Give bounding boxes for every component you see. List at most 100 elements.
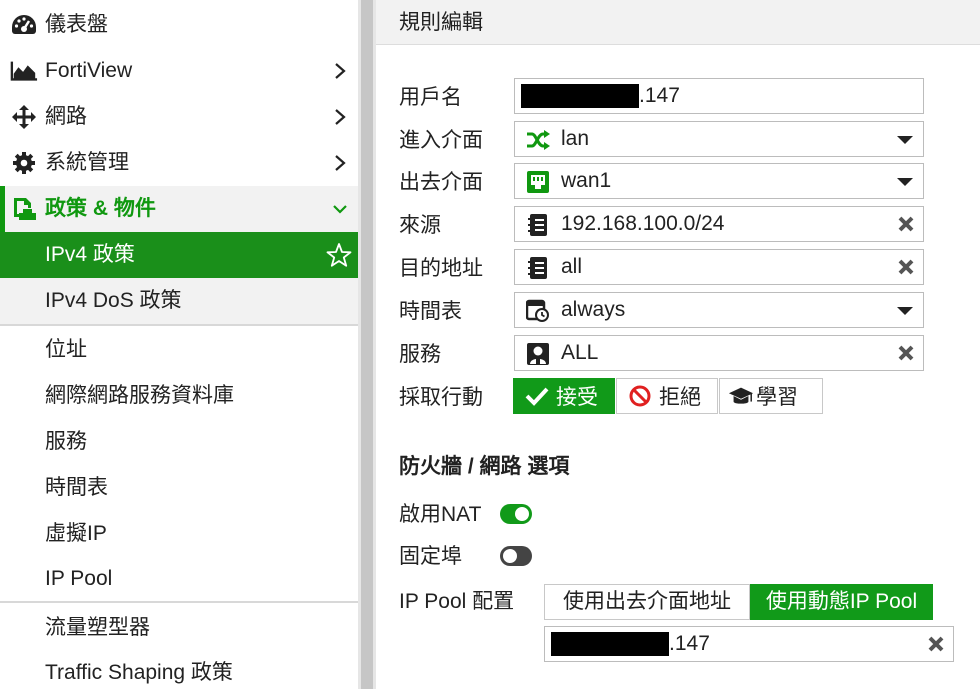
sidebar-item-label: 儀表盤: [45, 13, 108, 36]
ban-icon: [627, 384, 653, 408]
sidebar-item-label: Traffic Shaping 政策: [45, 661, 233, 684]
remove-icon[interactable]: [897, 344, 915, 362]
fixed-port-toggle[interactable]: [500, 546, 532, 566]
deny-button[interactable]: 拒絕: [616, 378, 718, 414]
sidebar-item-services[interactable]: 服務: [0, 419, 358, 465]
sidebar-item-ipv4-policy[interactable]: IPv4 政策: [0, 232, 358, 278]
action-label: 採取行動: [399, 386, 483, 409]
sidebar-item-addresses[interactable]: 位址: [0, 327, 358, 373]
sidebar-item-traffic-shaping-policy[interactable]: Traffic Shaping 政策: [0, 650, 358, 696]
star-icon[interactable]: [326, 242, 352, 268]
service-input[interactable]: ALL: [514, 335, 924, 371]
incoming-interface-select[interactable]: lan: [514, 121, 924, 157]
sidebar-item-label: 位址: [45, 338, 87, 361]
sidebar-item-policy-objects[interactable]: 政策 & 物件: [0, 186, 358, 232]
sidebar-item-fortiview[interactable]: FortiView: [0, 48, 358, 94]
remove-icon[interactable]: [897, 215, 915, 233]
sidebar-item-label: 服務: [45, 430, 87, 453]
sidebar-scrollbar[interactable]: [358, 0, 376, 689]
remove-icon[interactable]: [927, 635, 945, 653]
scrollbar-thumb[interactable]: [361, 0, 373, 689]
source-input[interactable]: 192.168.100.0/24: [514, 206, 924, 242]
name-input[interactable]: .147: [514, 78, 924, 114]
sidebar-item-label: IPv4 DoS 政策: [45, 289, 182, 312]
page-title: 規則編輯: [399, 11, 483, 34]
policy-stamp-icon: [10, 197, 38, 221]
sidebar-item-ipv4-dos-policy[interactable]: IPv4 DoS 政策: [0, 278, 358, 324]
redacted-block: [551, 632, 669, 656]
toggle-knob: [503, 549, 517, 563]
chevron-right-icon: [335, 63, 346, 79]
service-label: 服務: [399, 343, 441, 366]
move-arrows-icon: [10, 105, 38, 129]
chevron-right-icon: [335, 155, 346, 171]
ip-pool-config-label: IP Pool 配置: [399, 590, 515, 613]
schedule-label: 時間表: [399, 300, 462, 323]
gear-icon: [10, 151, 38, 175]
sidebar-item-traffic-shapers[interactable]: 流量塑型器: [0, 605, 358, 651]
destination-value: all: [561, 255, 583, 278]
outgoing-interface-value: wan1: [561, 169, 612, 192]
area-chart-icon: [10, 59, 38, 83]
chevron-down-icon: [897, 136, 913, 144]
chevron-down-icon: [333, 205, 347, 214]
panel-header: 規則編輯: [376, 0, 980, 45]
name-label: 用戶名: [399, 86, 462, 109]
learn-button[interactable]: 學習: [719, 378, 823, 414]
sidebar-item-label: 網路: [45, 105, 87, 128]
sidebar-item-network[interactable]: 網路: [0, 94, 358, 140]
chevron-down-icon: [897, 307, 913, 315]
firewall-options-heading: 防火牆 / 網路 選項: [399, 455, 570, 478]
use-dynamic-ip-pool-button[interactable]: 使用動態IP Pool: [750, 584, 933, 620]
incoming-interface-label: 進入介面: [399, 129, 483, 152]
address-book-icon: [525, 255, 551, 281]
schedule-select[interactable]: always: [514, 292, 924, 328]
schedule-icon: [525, 298, 551, 324]
schedule-value: always: [561, 298, 626, 321]
chevron-right-icon: [335, 109, 346, 125]
incoming-interface-value: lan: [561, 127, 590, 150]
accept-label: 接受: [556, 386, 598, 409]
fixed-port-label: 固定埠: [399, 545, 462, 568]
shuffle-icon: [525, 127, 551, 153]
dashboard-icon: [10, 13, 38, 37]
sidebar-item-label: IP Pool: [45, 567, 113, 590]
policy-edit-panel: 規則編輯 用戶名 .147 進入介面 lan 出去介面 wan1 來源 192.…: [376, 0, 980, 689]
sidebar: 儀表盤 FortiView 網路 系統管理 政策 & 物件 IPv4 政策 IP…: [0, 0, 358, 689]
nat-label: 啟用NAT: [399, 503, 482, 526]
outgoing-interface-select[interactable]: wan1: [514, 163, 924, 199]
deny-label: 拒絕: [659, 386, 701, 409]
destination-label: 目的地址: [399, 257, 483, 280]
sidebar-item-label: 網際網路服務資料庫: [45, 384, 234, 407]
toggle-knob: [515, 507, 529, 521]
name-value: .147: [639, 84, 680, 107]
address-book-icon: [525, 212, 551, 238]
outgoing-interface-label: 出去介面: [399, 171, 483, 194]
sidebar-item-label: FortiView: [45, 59, 133, 82]
graduation-cap-icon: [728, 384, 754, 408]
remove-icon[interactable]: [897, 258, 915, 276]
learn-label: 學習: [756, 386, 798, 409]
redacted-block: [521, 84, 639, 108]
divider: [0, 601, 358, 603]
sidebar-item-label: IPv4 政策: [45, 243, 135, 266]
destination-input[interactable]: all: [514, 249, 924, 285]
sidebar-item-dashboard[interactable]: 儀表盤: [0, 2, 358, 48]
accept-button[interactable]: 接受: [513, 378, 615, 414]
check-icon: [524, 384, 550, 408]
use-outgoing-interface-address-button[interactable]: 使用出去介面地址: [544, 584, 750, 620]
port-icon: [525, 169, 551, 195]
service-value: ALL: [561, 341, 599, 364]
sidebar-item-internet-service-db[interactable]: 網際網路服務資料庫: [0, 373, 358, 419]
sidebar-item-schedules[interactable]: 時間表: [0, 465, 358, 511]
chevron-down-icon: [897, 178, 913, 186]
nat-toggle[interactable]: [500, 504, 532, 524]
service-user-icon: [525, 341, 551, 367]
sidebar-item-label: 系統管理: [45, 151, 129, 174]
sidebar-item-virtual-ip[interactable]: 虛擬IP: [0, 511, 358, 557]
sidebar-item-label: 時間表: [45, 476, 108, 499]
sidebar-item-label: 流量塑型器: [45, 616, 150, 639]
sidebar-item-system[interactable]: 系統管理: [0, 140, 358, 186]
sidebar-item-ip-pool[interactable]: IP Pool: [0, 556, 358, 602]
ip-pool-input[interactable]: .147: [544, 626, 954, 662]
